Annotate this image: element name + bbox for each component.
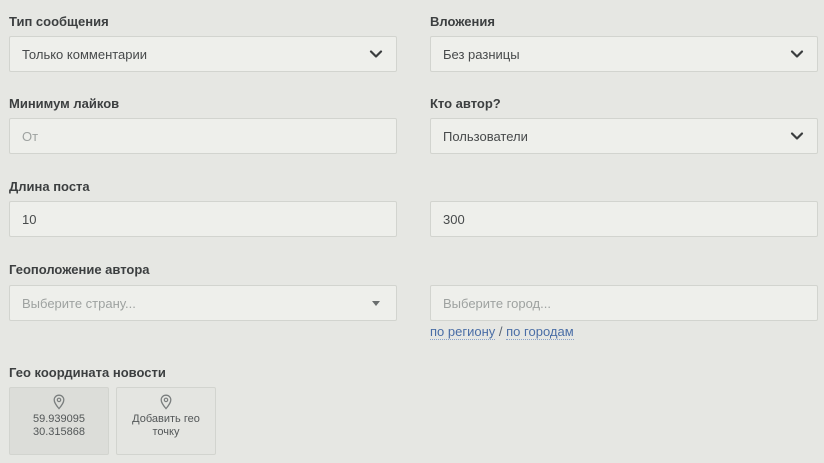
attachments-label: Вложения <box>430 14 495 29</box>
author-type-label: Кто автор? <box>430 96 501 111</box>
min-likes-input[interactable]: От <box>9 118 397 154</box>
news-geo-label: Гео координата новости <box>9 365 166 380</box>
attachments-value: Без разницы <box>443 46 520 62</box>
author-type-value: Пользователи <box>443 128 528 144</box>
geo-point-lat: 59.939095 <box>33 413 85 425</box>
post-length-max-input[interactable]: 300 <box>430 201 818 237</box>
author-geo-label: Геоположение автора <box>9 262 150 277</box>
geo-mode-separator: / <box>498 324 503 339</box>
message-type-value: Только комментарии <box>22 46 148 62</box>
chevron-down-icon <box>790 132 804 140</box>
by-region-link[interactable]: по региону <box>430 324 496 340</box>
city-placeholder: Выберите город... <box>443 295 551 311</box>
map-pin-icon <box>53 394 65 410</box>
message-type-label: Тип сообщения <box>9 14 109 29</box>
min-likes-placeholder: От <box>22 128 39 144</box>
post-length-max-value: 300 <box>443 211 465 227</box>
caret-down-icon <box>372 300 380 306</box>
min-likes-label: Минимум лайков <box>9 96 120 111</box>
attachments-select[interactable]: Без разницы <box>430 36 818 72</box>
country-select[interactable]: Выберите страну... <box>9 285 397 321</box>
by-cities-link[interactable]: по городам <box>506 324 574 340</box>
geo-point-card[interactable]: 59.939095 30.315868 <box>9 387 109 455</box>
country-placeholder: Выберите страну... <box>22 295 136 311</box>
add-geo-point-button[interactable]: Добавить гео точку <box>116 387 216 455</box>
message-type-select[interactable]: Только комментарии <box>9 36 397 72</box>
author-type-select[interactable]: Пользователи <box>430 118 818 154</box>
post-length-min-value: 10 <box>22 211 37 227</box>
chevron-down-icon <box>790 50 804 58</box>
add-geo-point-label-1: Добавить гео <box>132 413 200 425</box>
chevron-down-icon <box>369 50 383 58</box>
map-pin-icon <box>160 394 172 410</box>
post-length-min-input[interactable]: 10 <box>9 201 397 237</box>
post-length-label: Длина поста <box>9 179 90 194</box>
geo-mode-links: по региону / по городам <box>430 324 574 340</box>
city-input[interactable]: Выберите город... <box>430 285 818 321</box>
geo-point-lon: 30.315868 <box>33 426 85 438</box>
add-geo-point-label-2: точку <box>152 426 180 438</box>
